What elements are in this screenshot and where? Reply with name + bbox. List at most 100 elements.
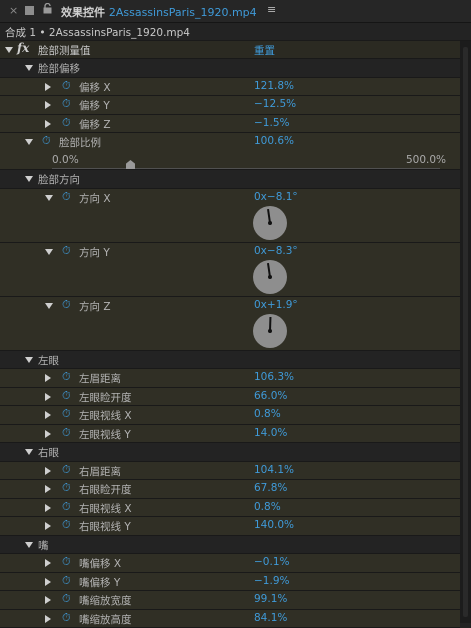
property-value[interactable]: 0.8% <box>254 501 281 513</box>
stopwatch-icon[interactable]: ⏱ <box>62 611 71 625</box>
property-row[interactable]: ⏱ 右眼视线 Y 140.0% <box>0 517 460 536</box>
property-value[interactable]: 104.1% <box>254 464 294 476</box>
property-value[interactable]: 99.1% <box>254 593 287 605</box>
property-row[interactable]: ⏱ 左眉距离 106.3% <box>0 369 460 388</box>
stopwatch-icon[interactable]: ⏱ <box>62 555 71 569</box>
effect-header-row[interactable]: fx 脸部测量值 重置 <box>0 41 460 59</box>
property-row[interactable]: ⏱ 嘴偏移 X −0.1% <box>0 554 460 573</box>
vertical-scrollbar[interactable] <box>460 41 471 623</box>
expand-triangle-icon[interactable] <box>45 249 53 255</box>
expand-triangle-icon[interactable] <box>45 195 53 201</box>
expand-triangle-icon[interactable] <box>45 559 51 567</box>
stopwatch-icon[interactable]: ⏱ <box>62 426 71 440</box>
slider-track[interactable] <box>52 168 440 169</box>
property-value[interactable]: 84.1% <box>254 612 287 624</box>
expand-triangle-icon[interactable] <box>25 357 33 363</box>
slider-thumb[interactable] <box>126 160 135 169</box>
stopwatch-icon[interactable]: ⏱ <box>62 244 71 258</box>
stopwatch-icon[interactable]: ⏱ <box>62 116 71 130</box>
property-value[interactable]: 14.0% <box>254 427 287 439</box>
property-value[interactable]: 0x−8.3° <box>254 245 298 257</box>
stopwatch-icon[interactable]: ⏱ <box>62 500 71 514</box>
expand-triangle-icon[interactable] <box>45 596 51 604</box>
reset-link[interactable]: 重置 <box>254 43 275 58</box>
property-row[interactable]: ⏱ 左眼视线 Y 14.0% <box>0 425 460 444</box>
expand-triangle-icon[interactable] <box>25 65 33 71</box>
expand-triangle-icon[interactable] <box>45 303 53 309</box>
group-face-orientation[interactable]: 脸部方向 <box>0 170 460 189</box>
property-value[interactable]: 140.0% <box>254 519 294 531</box>
property-row[interactable]: ⏱ 右眉距离 104.1% <box>0 462 460 481</box>
property-value[interactable]: 0.8% <box>254 408 281 420</box>
stopwatch-icon[interactable]: ⏱ <box>42 134 51 148</box>
property-row[interactable]: ⏱ 左眼睑开度 66.0% <box>0 388 460 407</box>
property-value[interactable]: 0x−8.1° <box>254 191 298 203</box>
expand-triangle-icon[interactable] <box>25 542 33 548</box>
group-face-offset[interactable]: 脸部偏移 <box>0 59 460 78</box>
close-tab-icon[interactable]: × <box>9 4 18 17</box>
expand-triangle-icon[interactable] <box>45 101 51 109</box>
property-face-scale[interactable]: ⏱ 脸部比例 100.6% 0.0% 500.0% <box>0 133 460 170</box>
stopwatch-icon[interactable]: ⏱ <box>62 370 71 384</box>
property-row[interactable]: ⏱ 嘴偏移 Y −1.9% <box>0 573 460 592</box>
stopwatch-icon[interactable]: ⏱ <box>62 463 71 477</box>
property-row[interactable]: ⏱ 偏移 Z −1.5% <box>0 115 460 134</box>
property-row[interactable]: ⏱ 右眼睑开度 67.8% <box>0 480 460 499</box>
expand-triangle-icon[interactable] <box>45 120 51 128</box>
property-row[interactable]: ⏱ 嘴缩放宽度 99.1% <box>0 591 460 610</box>
property-value[interactable]: 67.8% <box>254 482 287 494</box>
group-left-eye[interactable]: 左眼 <box>0 351 460 370</box>
expand-triangle-icon[interactable] <box>45 467 51 475</box>
property-orientation-y[interactable]: ⏱ 方向 Y 0x−8.3° <box>0 243 460 297</box>
property-orientation-x[interactable]: ⏱ 方向 X 0x−8.1° <box>0 189 460 243</box>
angle-dial[interactable] <box>253 260 287 294</box>
expand-triangle-icon[interactable] <box>45 430 51 438</box>
expand-triangle-icon[interactable] <box>45 393 51 401</box>
expand-triangle-icon[interactable] <box>45 522 51 530</box>
expand-triangle-icon[interactable] <box>25 176 33 182</box>
stopwatch-icon[interactable]: ⏱ <box>62 518 71 532</box>
lock-icon[interactable] <box>43 3 52 17</box>
property-value[interactable]: 100.6% <box>254 135 294 147</box>
fx-icon[interactable]: fx <box>17 41 29 55</box>
stopwatch-icon[interactable]: ⏱ <box>62 298 71 312</box>
property-value[interactable]: −1.9% <box>254 575 289 587</box>
expand-triangle-icon[interactable] <box>25 449 33 455</box>
angle-dial[interactable] <box>253 314 287 348</box>
expand-triangle-icon[interactable] <box>25 139 33 145</box>
expand-triangle-icon[interactable] <box>45 485 51 493</box>
stopwatch-icon[interactable]: ⏱ <box>62 97 71 111</box>
stopwatch-icon[interactable]: ⏱ <box>62 407 71 421</box>
property-value[interactable]: −0.1% <box>254 556 289 568</box>
scrollbar-thumb[interactable] <box>463 47 468 617</box>
expand-triangle-icon[interactable] <box>45 615 51 623</box>
angle-dial[interactable] <box>253 206 287 240</box>
expand-triangle-icon[interactable] <box>45 504 51 512</box>
panel-menu-icon[interactable]: ≡ <box>267 3 276 16</box>
property-value[interactable]: −1.5% <box>254 117 289 129</box>
property-value[interactable]: −12.5% <box>254 98 296 110</box>
expand-triangle-icon[interactable] <box>45 578 51 586</box>
property-row[interactable]: ⏱ 嘴缩放高度 84.1% <box>0 610 460 628</box>
stopwatch-icon[interactable]: ⏱ <box>62 481 71 495</box>
property-row[interactable]: ⏱ 左眼视线 X 0.8% <box>0 406 460 425</box>
property-value[interactable]: 121.8% <box>254 80 294 92</box>
stopwatch-icon[interactable]: ⏱ <box>62 190 71 204</box>
stopwatch-icon[interactable]: ⏱ <box>62 79 71 93</box>
property-orientation-z[interactable]: ⏱ 方向 Z 0x+1.9° <box>0 297 460 351</box>
group-right-eye[interactable]: 右眼 <box>0 443 460 462</box>
expand-triangle-icon[interactable] <box>5 47 13 53</box>
expand-triangle-icon[interactable] <box>45 411 51 419</box>
expand-triangle-icon[interactable] <box>45 374 51 382</box>
property-value[interactable]: 106.3% <box>254 371 294 383</box>
expand-triangle-icon[interactable] <box>45 83 51 91</box>
property-value[interactable]: 66.0% <box>254 390 287 402</box>
stopwatch-icon[interactable]: ⏱ <box>62 592 71 606</box>
property-value[interactable]: 0x+1.9° <box>254 299 298 311</box>
group-mouth[interactable]: 嘴 <box>0 536 460 555</box>
property-row[interactable]: ⏱ 右眼视线 X 0.8% <box>0 499 460 518</box>
property-row[interactable]: ⏱ 偏移 Y −12.5% <box>0 96 460 115</box>
stopwatch-icon[interactable]: ⏱ <box>62 389 71 403</box>
property-row[interactable]: ⏱ 偏移 X 121.8% <box>0 78 460 97</box>
stopwatch-icon[interactable]: ⏱ <box>62 574 71 588</box>
